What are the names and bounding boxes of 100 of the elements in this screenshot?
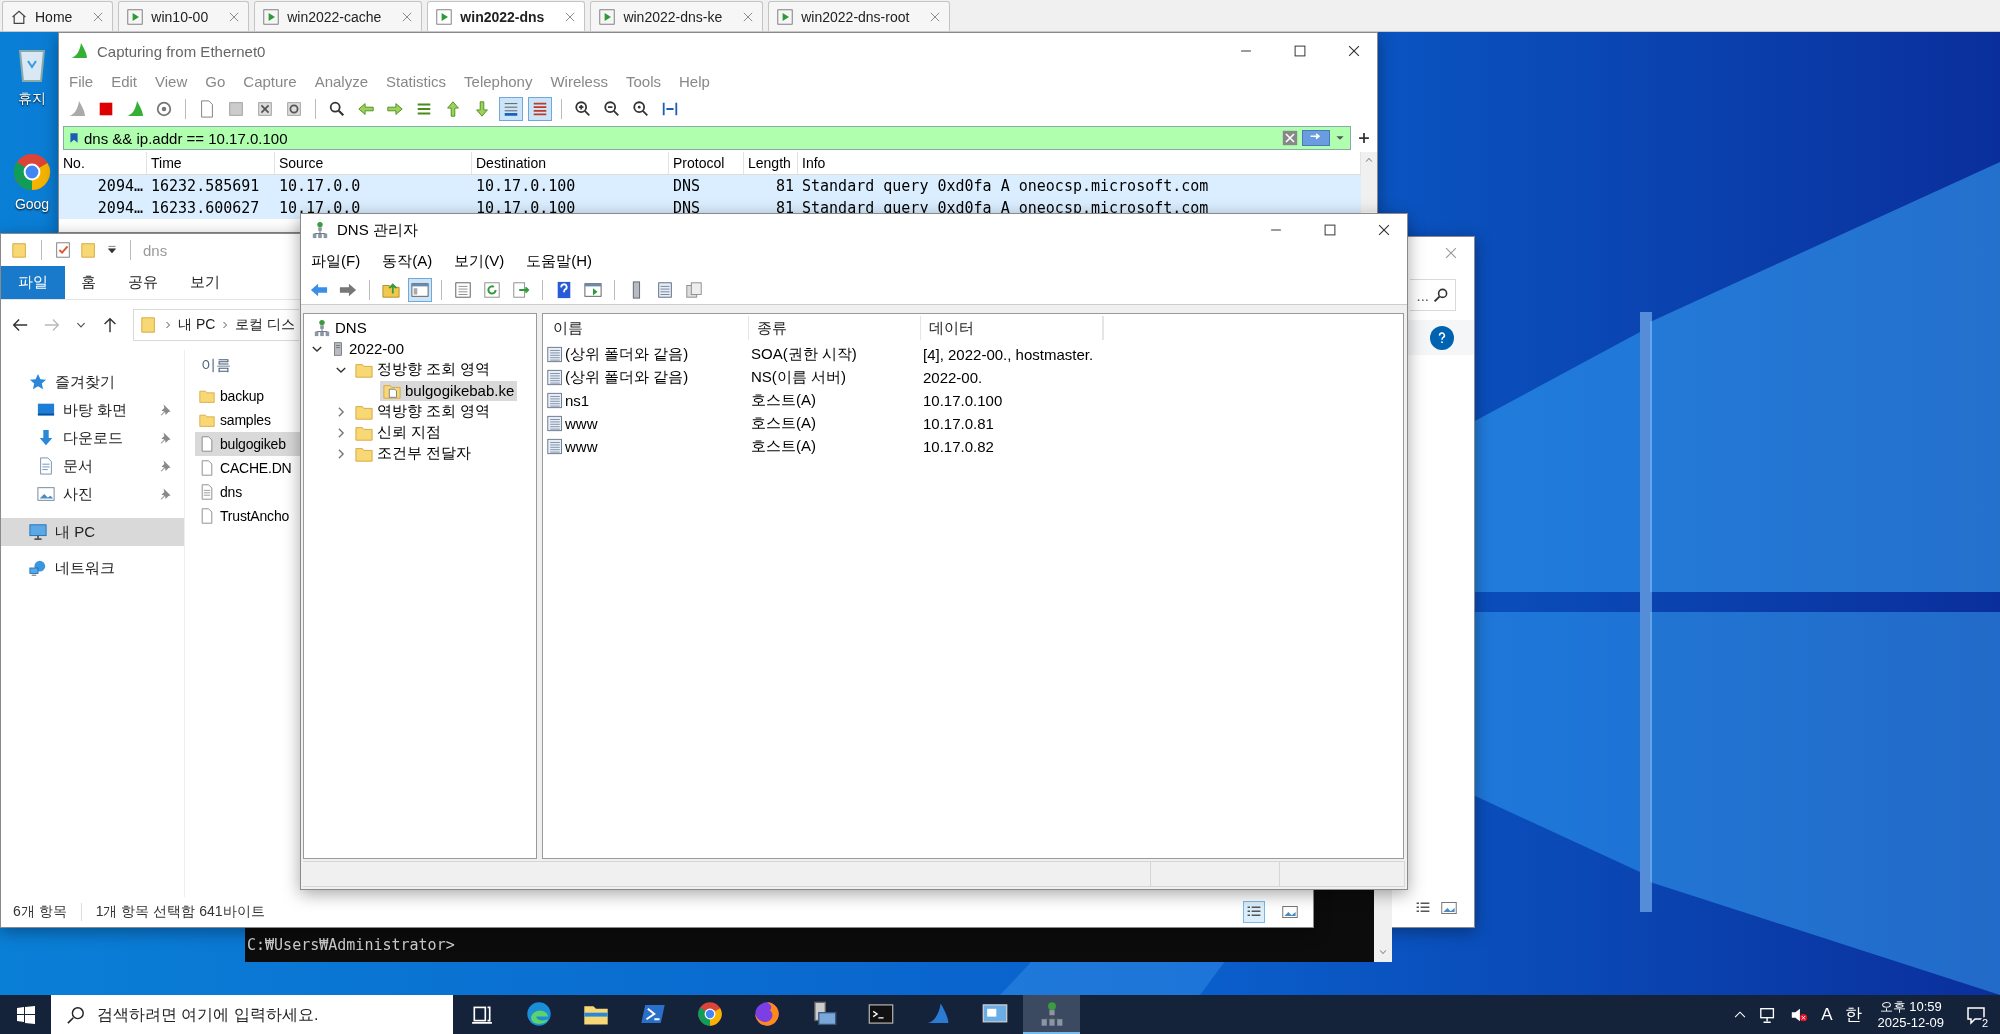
scrollbar[interactable] (1361, 152, 1377, 212)
arrow-left-icon (357, 100, 375, 118)
table-cell-text: 10.17.0.0 (278, 176, 362, 197)
language-indicator[interactable]: 한 (1844, 1003, 1862, 1026)
tree-item[interactable]: 조건부 전달자 (352, 443, 475, 464)
maximize-icon[interactable] (1323, 223, 1337, 237)
apply-button[interactable] (1302, 130, 1330, 146)
file-row[interactable]: backup (195, 384, 301, 408)
record-row[interactable]: ns1 호스트(A) 10.17.0.100 (543, 389, 1403, 412)
menu-item[interactable]: Edit (111, 73, 138, 90)
file-row[interactable]: samples (195, 408, 301, 432)
stop-icon (97, 100, 115, 118)
nav-item[interactable]: 다운로드 (1, 424, 184, 452)
vm-tab[interactable]: win2022-dns-root (768, 1, 951, 31)
menu-item[interactable]: 동작(A) (382, 251, 433, 271)
menu-item[interactable]: View (155, 73, 188, 90)
column-header[interactable]: No. (59, 152, 147, 174)
play-icon (263, 8, 280, 25)
menu-item[interactable]: Help (679, 73, 710, 90)
menu-item[interactable]: 보기(V) (454, 251, 505, 271)
column-header[interactable]: 이름 (195, 350, 301, 380)
file-row[interactable]: CACHE.DN (195, 456, 301, 480)
file-row[interactable]: bulgogikeb (195, 432, 301, 456)
tree-item[interactable]: 역방향 조회 영역 (352, 401, 494, 422)
nav-item[interactable]: 네트워크 (1, 554, 184, 582)
display-filter-field[interactable]: dns && ip.addr == 10.17.0.100 (84, 129, 1278, 147)
clear-icon[interactable] (1282, 130, 1298, 146)
tree-item[interactable]: 정방향 조회 영역 (352, 359, 494, 380)
tree-item[interactable]: bulgogikebab.ke (380, 380, 518, 401)
tree-toggle-button[interactable] (408, 278, 432, 302)
menu-item[interactable]: Wireless (550, 73, 608, 90)
packet-row[interactable]: 2094… 16232.585691 10.17.0.0 10.17.0.100 DNS 81 Standard query 0xd0fa A oneocsp.microsoft.com (59, 175, 1361, 197)
add-filter-button[interactable] (1357, 131, 1371, 145)
record-row[interactable]: www 호스트(A) 10.17.0.82 (543, 435, 1403, 458)
console-prompt: C:₩Users₩Administrator> (247, 936, 455, 954)
vm-tab[interactable]: win2022-dns (427, 1, 586, 31)
close-icon[interactable] (1347, 44, 1361, 58)
menu-item[interactable]: Tools (625, 73, 661, 90)
filter-bar[interactable]: dns && ip.addr == 10.17.0.100 (63, 126, 1351, 150)
clock[interactable]: 오후 10:59 2025-12-09 (1873, 998, 1948, 1031)
record-row[interactable]: (상위 폴더와 같음) NS(이름 서버) 2022-00. (543, 366, 1403, 389)
menu-item[interactable]: Statistics (386, 73, 447, 90)
menu-item[interactable]: Analyze (314, 73, 369, 90)
breadcrumb[interactable]: 내 PC (178, 316, 216, 334)
desktop-shortcut[interactable]: Goog (8, 152, 56, 212)
details-view-button[interactable] (1243, 901, 1265, 923)
address-bar[interactable]: 내 PC 로컬 디스 (133, 309, 299, 341)
back-arrow-icon (310, 281, 328, 299)
maximize-icon[interactable] (1293, 44, 1307, 58)
breadcrumb[interactable]: 로컬 디스 (235, 316, 296, 334)
ribbon-tab[interactable]: 홈 (65, 266, 112, 299)
vm-tab[interactable]: win2022-dns-ke (590, 1, 764, 31)
search-bar[interactable]: 검색하려면 여기에 입력하세요. (51, 995, 453, 1034)
arrow-down-icon (473, 100, 491, 118)
ribbon-tab[interactable]: 파일 (1, 266, 65, 299)
record-row[interactable]: www 호스트(A) 10.17.0.81 (543, 412, 1403, 435)
menu-item[interactable]: 도움말(H) (526, 251, 592, 271)
menu-item[interactable]: Telephony (464, 73, 533, 90)
tree-item[interactable]: 신뢰 지점 (352, 422, 445, 443)
plus-icon (1357, 131, 1371, 145)
menu-item[interactable]: Go (205, 73, 226, 90)
reload-icon (285, 100, 303, 118)
colorize-button[interactable] (528, 97, 552, 121)
file-row[interactable]: dns (195, 480, 301, 504)
vm-tab[interactable]: win2022-cache (254, 1, 423, 31)
window-title: Capturing from Ethernet0 (97, 42, 266, 60)
menu-item[interactable]: 파일(F) (311, 251, 361, 271)
record-row[interactable]: (상위 폴더와 같음) SOA(권한 시작) [4], 2022-00., hostmaster. (543, 343, 1403, 366)
up-button[interactable] (101, 316, 119, 334)
network-tree-icon (311, 221, 329, 239)
table-cell-text: 16232.585691 (150, 176, 261, 197)
record-type: 호스트(A) (751, 437, 817, 456)
desktop-shortcut[interactable]: 휴지 (8, 40, 56, 108)
nav-item[interactable]: 바탕 화면 (1, 396, 184, 424)
file-name: bulgogikeb (220, 436, 286, 452)
nav-item[interactable]: 내 PC (1, 518, 184, 546)
menu-item[interactable]: Capture (243, 73, 297, 90)
tree-item[interactable]: 2022-00 (328, 338, 408, 359)
notification-button[interactable]: 2 (1960, 1004, 1992, 1025)
close-icon[interactable] (1377, 223, 1391, 237)
tree-item[interactable]: DNS (310, 317, 370, 338)
help-button[interactable] (1430, 325, 1454, 350)
autoscroll-button[interactable] (499, 97, 523, 121)
menu-item[interactable]: File (69, 73, 94, 90)
nav-item[interactable]: 문서 (1, 452, 184, 480)
vm-tab[interactable]: win10-00 (118, 1, 250, 31)
search-bar[interactable]: ... (1410, 279, 1456, 311)
file-row[interactable]: TrustAncho (195, 504, 301, 528)
input-mode-indicator[interactable]: A (1821, 1004, 1833, 1025)
nav-item[interactable]: 사진 (1, 480, 184, 508)
arrow-up-icon (101, 316, 119, 334)
ribbon-tab[interactable]: 보기 (174, 266, 236, 299)
dropdown-icon[interactable] (106, 244, 118, 256)
pin-icon (158, 459, 172, 473)
back-button[interactable] (11, 316, 29, 334)
pin-icon (158, 487, 172, 501)
ribbon-tab[interactable]: 공유 (112, 266, 174, 299)
vm-tab[interactable]: Home (2, 1, 114, 31)
table-cell-text: 16233.600627 (150, 198, 261, 219)
nav-item[interactable]: 즐겨찾기 (1, 368, 184, 396)
